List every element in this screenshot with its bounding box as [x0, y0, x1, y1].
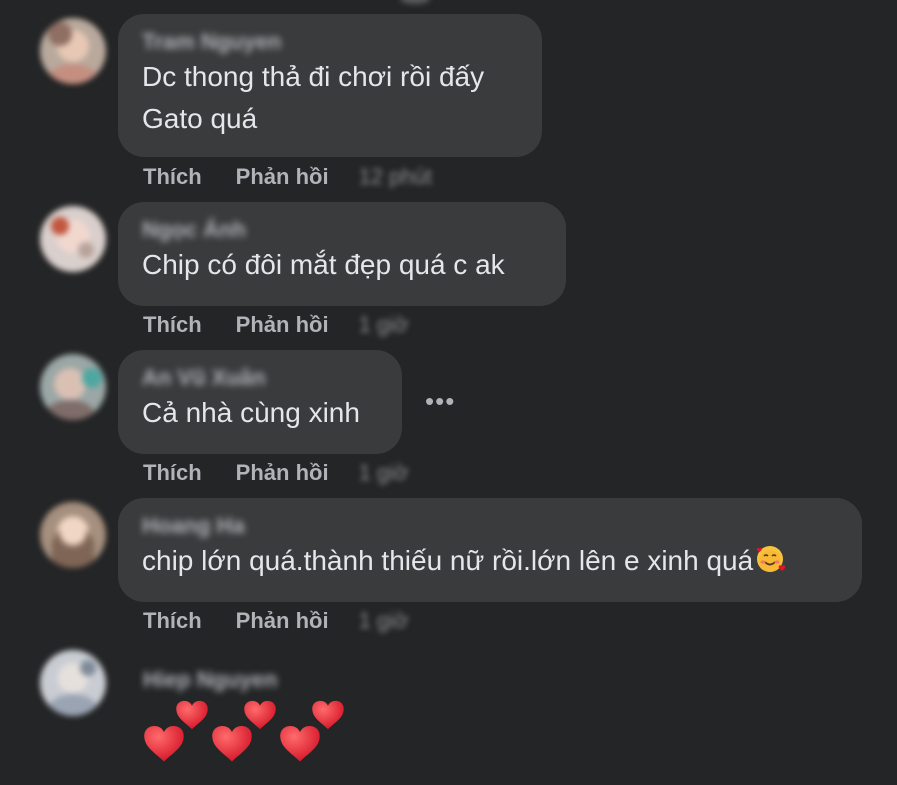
avatar[interactable] — [40, 18, 106, 84]
like-button[interactable]: Thích — [143, 460, 202, 486]
comment-bubble: Ngọc Ánh Chip có đôi mắt đẹp quá c ak — [118, 202, 566, 306]
comment-text-line: Cả nhà cùng xinh — [142, 397, 360, 428]
comment-timestamp[interactable]: 1 giờ — [359, 460, 409, 486]
hearts-sticker — [140, 690, 360, 775]
avatar[interactable] — [40, 650, 106, 716]
comment-text-line: chip lớn quá.thành thiếu nữ rồi.lớn lên … — [142, 540, 838, 582]
comment-text-line: Dc thong thả đi chơi rồi đấy — [142, 61, 485, 92]
comment-author[interactable]: Tram Nguyen — [142, 28, 518, 56]
smiling-face-with-hearts-icon — [755, 544, 786, 574]
like-button[interactable]: Thích — [143, 608, 202, 634]
like-button[interactable]: Thích — [143, 164, 202, 190]
comment-actions: Thích Phản hồi 1 giờ — [143, 608, 408, 634]
reply-button[interactable]: Phản hồi — [236, 164, 329, 190]
comment-actions: Thích Phản hồi 12 phút — [143, 164, 432, 190]
comment-bubble: An Vũ Xuân Cả nhà cùng xinh — [118, 350, 402, 454]
reply-button[interactable]: Phản hồi — [236, 608, 329, 634]
heart-icon — [244, 700, 276, 730]
comment-bubble: Tram Nguyen Dc thong thả đi chơi rồi đấy… — [118, 14, 542, 157]
reply-button[interactable]: Phản hồi — [236, 460, 329, 486]
comment-text-line: Chip có đôi mắt đẹp quá c ak — [142, 249, 505, 280]
comment-timestamp[interactable]: 12 phút — [359, 164, 432, 190]
avatar[interactable] — [40, 354, 106, 420]
heart-icon — [280, 726, 320, 762]
heart-icon — [176, 700, 208, 730]
like-button[interactable]: Thích — [143, 312, 202, 338]
avatar[interactable] — [40, 502, 106, 568]
comment-text-line: Gato quá — [142, 103, 258, 134]
comment-author[interactable]: Ngọc Ánh — [142, 216, 542, 244]
comment-actions: Thích Phản hồi 1 giờ — [143, 460, 408, 486]
heart-icon — [212, 726, 252, 762]
comment-author[interactable]: Hoang Ha — [142, 512, 838, 540]
heart-icon — [312, 700, 344, 730]
comment-author[interactable]: An Vũ Xuân — [142, 364, 378, 392]
reply-button[interactable]: Phản hồi — [236, 312, 329, 338]
heart-icon — [144, 726, 184, 762]
comment-timestamp[interactable]: 1 giờ — [359, 312, 409, 338]
comment-text: chip lớn quá.thành thiếu nữ rồi.lớn lên … — [142, 545, 754, 576]
more-options-button[interactable]: ••• — [425, 386, 455, 417]
comment-bubble: Hoang Ha chip lớn quá.thành thiếu nữ rồi… — [118, 498, 862, 602]
avatar[interactable] — [40, 206, 106, 272]
comment-timestamp[interactable]: 1 giờ — [359, 608, 409, 634]
previous-comment-fragment — [400, 0, 430, 4]
comment-actions: Thích Phản hồi 1 giờ — [143, 312, 408, 338]
